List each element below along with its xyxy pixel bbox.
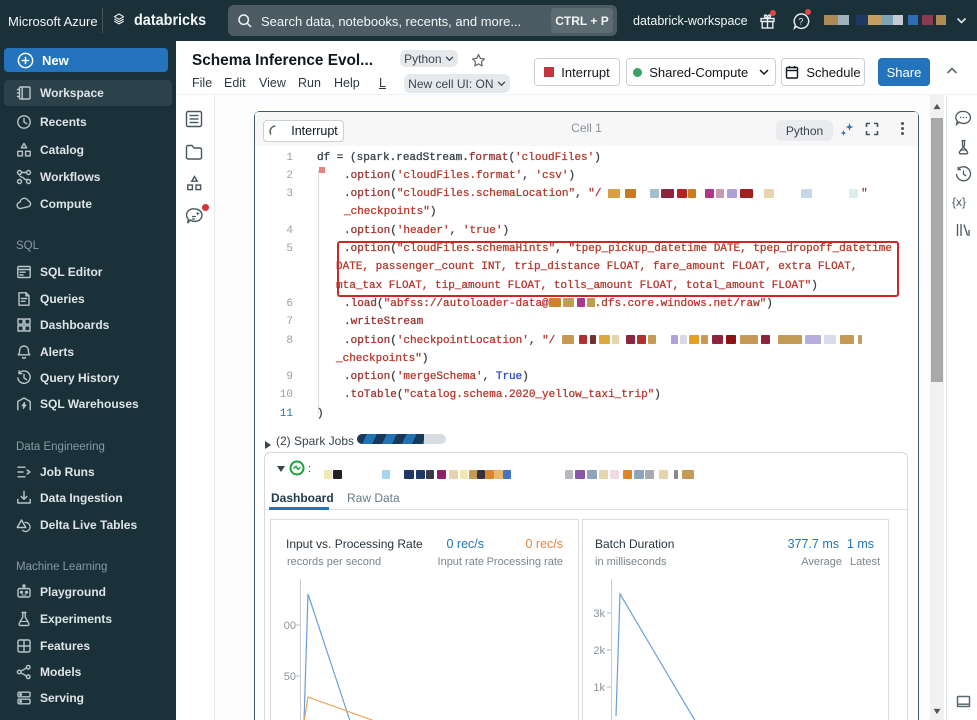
svg-text:?: ? [798, 17, 803, 27]
